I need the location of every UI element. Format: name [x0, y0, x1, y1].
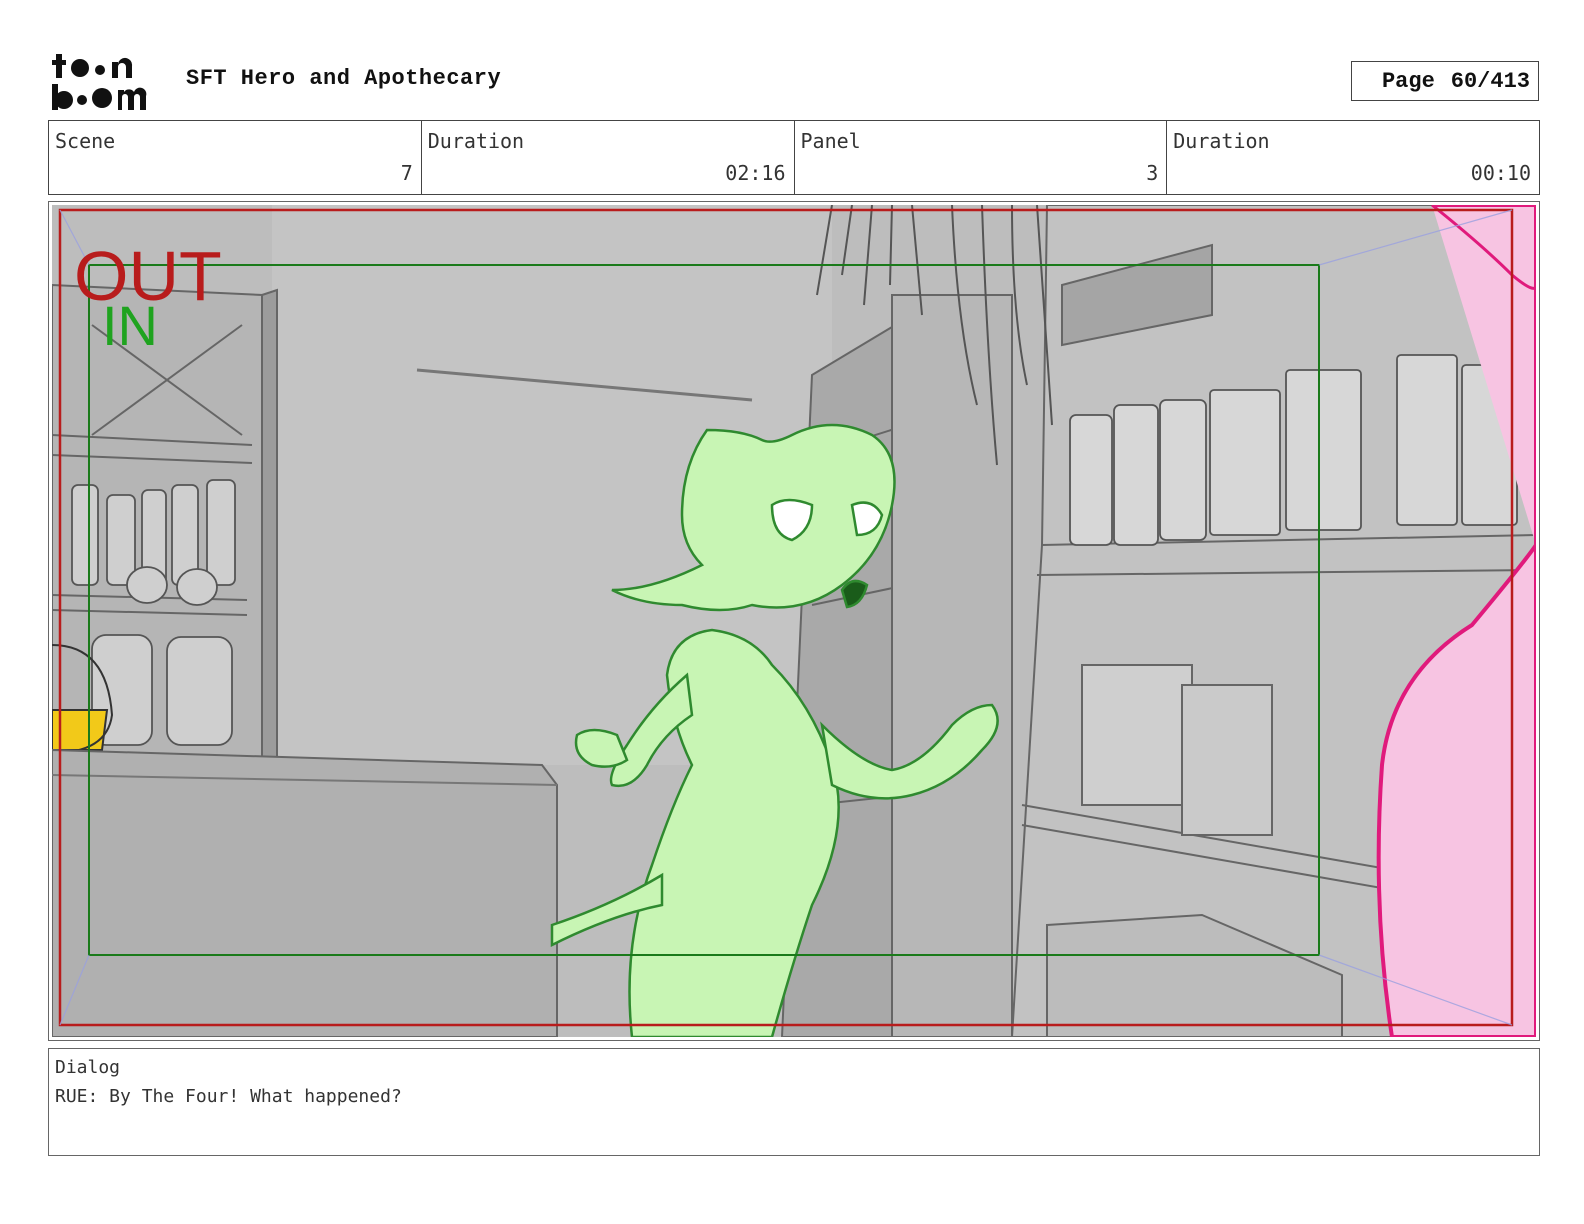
- dialog-box: Dialog RUE: By The Four! What happened?: [48, 1048, 1540, 1156]
- in-label: IN: [102, 294, 158, 357]
- scene-duration-value: 02:16: [725, 161, 786, 185]
- project-title: SFT Hero and Apothecary: [186, 66, 502, 91]
- page-label: Page: [1381, 68, 1435, 94]
- scene-label: Scene: [55, 129, 116, 153]
- panel-label: Panel: [800, 129, 861, 153]
- dialog-label: Dialog: [55, 1057, 121, 1078]
- dialog-text: RUE: By The Four! What happened?: [55, 1086, 402, 1107]
- panel-cell: Panel 3: [795, 121, 1168, 194]
- page-indicator: Page 60/413: [1351, 61, 1539, 101]
- scene-value: 7: [400, 161, 413, 185]
- panel-value: 3: [1146, 161, 1159, 185]
- panel-duration-value: 00:10: [1470, 161, 1531, 185]
- scene-duration-cell: Duration 02:16: [422, 121, 795, 194]
- toon-boom-logo: toon: [52, 54, 147, 110]
- panel-drawing: OUT IN: [52, 205, 1536, 1037]
- counter: [52, 748, 558, 1037]
- panel-duration-cell: Duration 00:10: [1167, 121, 1539, 194]
- page-number: 60/413: [1450, 68, 1530, 94]
- info-row: Scene 7 Duration 02:16 Panel 3 Duration …: [48, 120, 1540, 195]
- panel-duration-label: Duration: [1173, 129, 1270, 153]
- storyboard-panel: OUT IN: [48, 201, 1540, 1041]
- scene-cell: Scene 7: [49, 121, 422, 194]
- scene-duration-label: Duration: [427, 129, 525, 153]
